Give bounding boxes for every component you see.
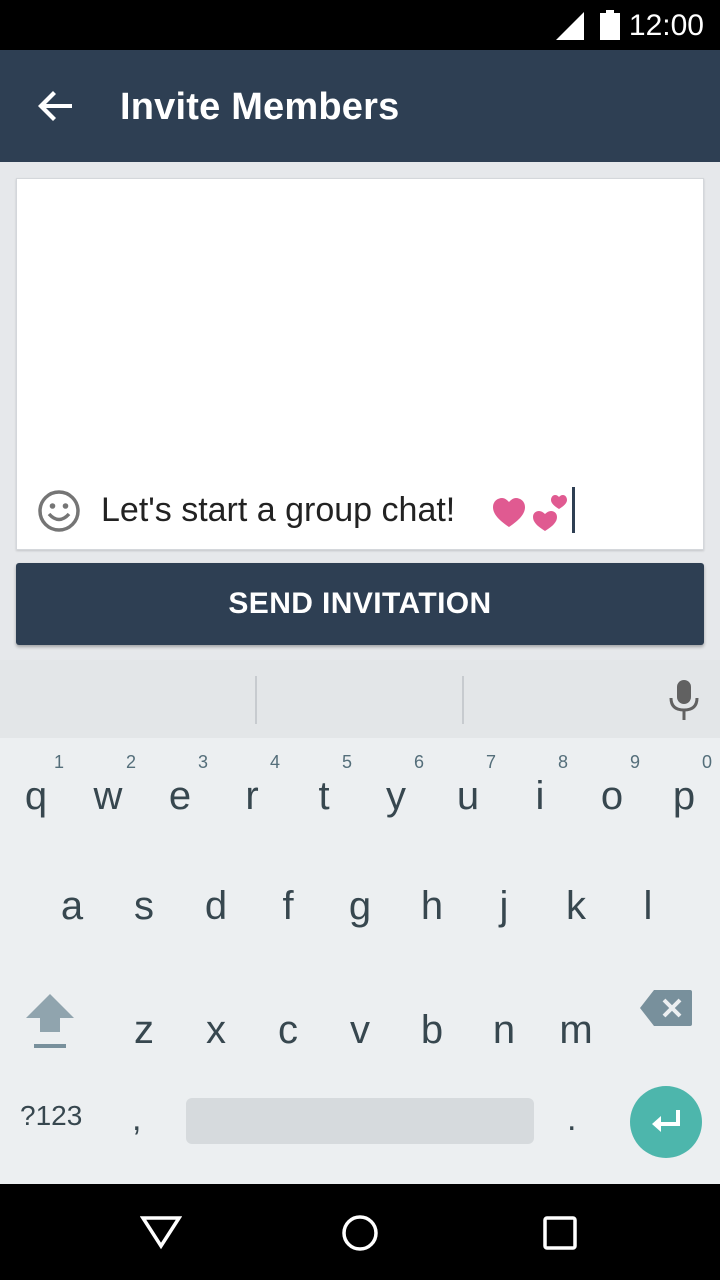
key-e[interactable]: 3e xyxy=(144,744,216,844)
key-v[interactable]: v xyxy=(324,978,396,1078)
nav-home-icon[interactable] xyxy=(341,1214,379,1257)
mic-icon[interactable] xyxy=(664,678,704,722)
key-o[interactable]: 9o xyxy=(576,744,648,844)
key-q[interactable]: 1q xyxy=(0,744,72,844)
suggestion-strip xyxy=(0,660,720,738)
symbols-key[interactable]: ?123 xyxy=(20,1100,82,1132)
key-g[interactable]: g xyxy=(324,864,396,964)
message-text: Let's start a group chat! xyxy=(101,491,456,529)
suggestion-slot[interactable] xyxy=(464,660,654,738)
period-key[interactable]: . xyxy=(567,1100,576,1139)
key-u[interactable]: 7u xyxy=(432,744,504,844)
status-bar: 12:00 xyxy=(0,0,720,50)
key-d[interactable]: d xyxy=(180,864,252,964)
app-bar: Invite Members xyxy=(0,50,720,162)
enter-icon xyxy=(652,1110,680,1132)
key-f[interactable]: f xyxy=(252,864,324,964)
key-l[interactable]: l xyxy=(612,864,684,964)
key-p[interactable]: 0p xyxy=(648,744,720,844)
content-area: Let's start a group chat! SEND INVITATIO… xyxy=(0,162,720,660)
key-a[interactable]: a xyxy=(36,864,108,964)
key-h[interactable]: h xyxy=(396,864,468,964)
page-title: Invite Members xyxy=(120,86,400,128)
status-time: 12:00 xyxy=(628,9,704,42)
key-r[interactable]: 4r xyxy=(216,744,288,844)
send-invitation-button[interactable]: SEND INVITATION xyxy=(16,563,704,645)
shift-icon[interactable] xyxy=(20,990,80,1054)
key-w[interactable]: 2w xyxy=(72,744,144,844)
key-t[interactable]: 5t xyxy=(288,744,360,844)
signal-icon xyxy=(556,12,584,45)
nav-recents-icon[interactable] xyxy=(543,1216,577,1255)
backspace-icon[interactable] xyxy=(640,990,700,1030)
key-k[interactable]: k xyxy=(540,864,612,964)
suggestion-slot[interactable] xyxy=(257,660,462,738)
key-z[interactable]: z xyxy=(108,978,180,1078)
text-cursor xyxy=(572,487,575,533)
nav-back-icon[interactable] xyxy=(139,1214,183,1255)
emoji-icon[interactable] xyxy=(37,489,81,533)
navigation-bar xyxy=(0,1184,720,1280)
key-i[interactable]: 8i xyxy=(504,744,576,844)
key-m[interactable]: m xyxy=(540,978,612,1078)
comma-key[interactable]: , xyxy=(132,1100,141,1139)
message-input[interactable]: Let's start a group chat! xyxy=(16,178,704,550)
key-j[interactable]: j xyxy=(468,864,540,964)
key-b[interactable]: b xyxy=(396,978,468,1078)
suggestion-slot[interactable] xyxy=(0,660,255,738)
enter-key[interactable] xyxy=(630,1086,702,1158)
key-x[interactable]: x xyxy=(180,978,252,1078)
screen: 12:00 Invite Members Let's start a group… xyxy=(0,0,720,1280)
key-s[interactable]: s xyxy=(108,864,180,964)
key-n[interactable]: n xyxy=(468,978,540,1078)
space-bar[interactable] xyxy=(186,1098,534,1144)
key-y[interactable]: 6y xyxy=(360,744,432,844)
key-c[interactable]: c xyxy=(252,978,324,1078)
battery-icon xyxy=(600,10,620,45)
heart-icon xyxy=(491,491,571,540)
keyboard: 1q 2w 3e 4r 5t 6y 7u 8i 9o 0p a s d f g … xyxy=(0,660,720,1184)
back-arrow-icon[interactable] xyxy=(36,86,76,126)
